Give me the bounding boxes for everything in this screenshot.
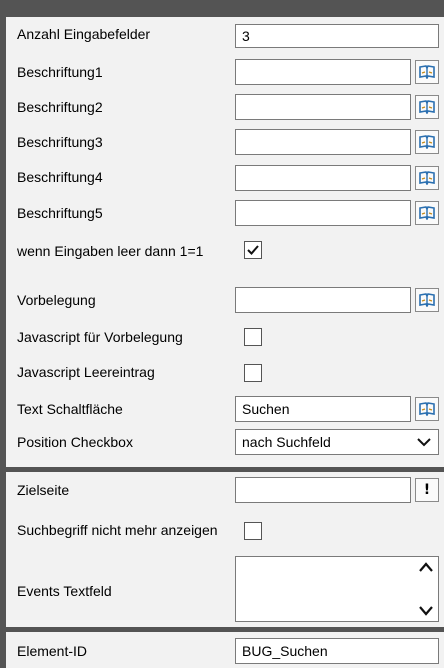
chevron-up-icon[interactable] — [418, 561, 434, 573]
label-beschriftung2: Beschriftung2 — [17, 99, 103, 115]
book-icon — [419, 100, 435, 114]
beschriftung5-input[interactable] — [235, 200, 411, 226]
zielseite-input[interactable] — [235, 477, 411, 503]
events-textfeld-textarea[interactable] — [235, 556, 439, 622]
checkmark-icon — [247, 245, 259, 255]
book-icon — [419, 293, 435, 307]
book-icon — [419, 402, 435, 416]
wenn-eingaben-leer-checkbox[interactable] — [244, 241, 262, 259]
label-zielseite: Zielseite — [17, 482, 70, 498]
label-beschriftung3: Beschriftung3 — [17, 134, 103, 150]
label-wenn-eingaben-leer: wenn Eingaben leer dann 1=1 — [17, 243, 204, 259]
label-beschriftung1: Beschriftung1 — [17, 64, 103, 80]
beschriftung2-input[interactable] — [235, 94, 411, 120]
label-events-textfeld: Events Textfeld — [17, 583, 112, 599]
label-beschriftung4: Beschriftung4 — [17, 169, 103, 185]
label-javascript-vorbelegung: Javascript für Vorbelegung — [17, 329, 183, 345]
position-checkbox-select[interactable]: nach Suchfeld — [235, 429, 439, 455]
settings-panel-main: Anzahl Eingabefelder 3 Beschriftung1 Bes… — [6, 17, 444, 467]
settings-panel-target: Zielseite ! Suchbegriff nicht mehr anzei… — [6, 472, 444, 627]
chevron-down-icon — [417, 438, 431, 447]
beschriftung5-book-button[interactable] — [415, 201, 439, 225]
position-checkbox-selected-value: nach Suchfeld — [242, 434, 331, 450]
beschriftung1-book-button[interactable] — [415, 60, 439, 84]
text-schaltflaeche-book-button[interactable] — [415, 397, 439, 421]
vorbelegung-book-button[interactable] — [415, 288, 439, 312]
chevron-down-icon[interactable] — [418, 605, 434, 617]
javascript-vorbelegung-checkbox[interactable] — [244, 328, 262, 346]
label-javascript-leereintrag: Javascript Leereintrag — [17, 364, 155, 380]
book-icon — [419, 135, 435, 149]
zielseite-action-button[interactable]: ! — [415, 478, 439, 502]
beschriftung3-input[interactable] — [235, 129, 411, 155]
label-suchbegriff-nicht-anzeigen: Suchbegriff nicht mehr anzeigen — [17, 522, 218, 538]
textarea-scrollbar[interactable] — [416, 557, 436, 621]
book-icon — [419, 206, 435, 220]
settings-panel-element: Element-ID BUG_Suchen — [6, 632, 444, 668]
text-schaltflaeche-input[interactable]: Suchen — [235, 396, 411, 422]
book-icon — [419, 65, 435, 79]
element-id-input[interactable]: BUG_Suchen — [235, 638, 439, 664]
exclamation-icon: ! — [423, 482, 431, 498]
label-element-id: Element-ID — [17, 643, 88, 659]
label-position-checkbox: Position Checkbox — [17, 434, 133, 450]
anzahl-eingabefelder-input[interactable]: 3 — [235, 24, 439, 48]
vorbelegung-input[interactable] — [235, 287, 411, 313]
label-text-schaltflaeche: Text Schaltfläche — [17, 401, 123, 417]
beschriftung1-input[interactable] — [235, 59, 411, 85]
label-vorbelegung: Vorbelegung — [17, 292, 96, 308]
beschriftung3-book-button[interactable] — [415, 130, 439, 154]
beschriftung4-book-button[interactable] — [415, 166, 439, 190]
label-beschriftung5: Beschriftung5 — [17, 205, 103, 221]
beschriftung4-input[interactable] — [235, 165, 411, 191]
label-anzahl-eingabefelder: Anzahl Eingabefelder — [17, 26, 151, 42]
suchbegriff-nicht-anzeigen-checkbox[interactable] — [244, 522, 262, 540]
book-icon — [419, 171, 435, 185]
beschriftung2-book-button[interactable] — [415, 95, 439, 119]
javascript-leereintrag-checkbox[interactable] — [244, 364, 262, 382]
